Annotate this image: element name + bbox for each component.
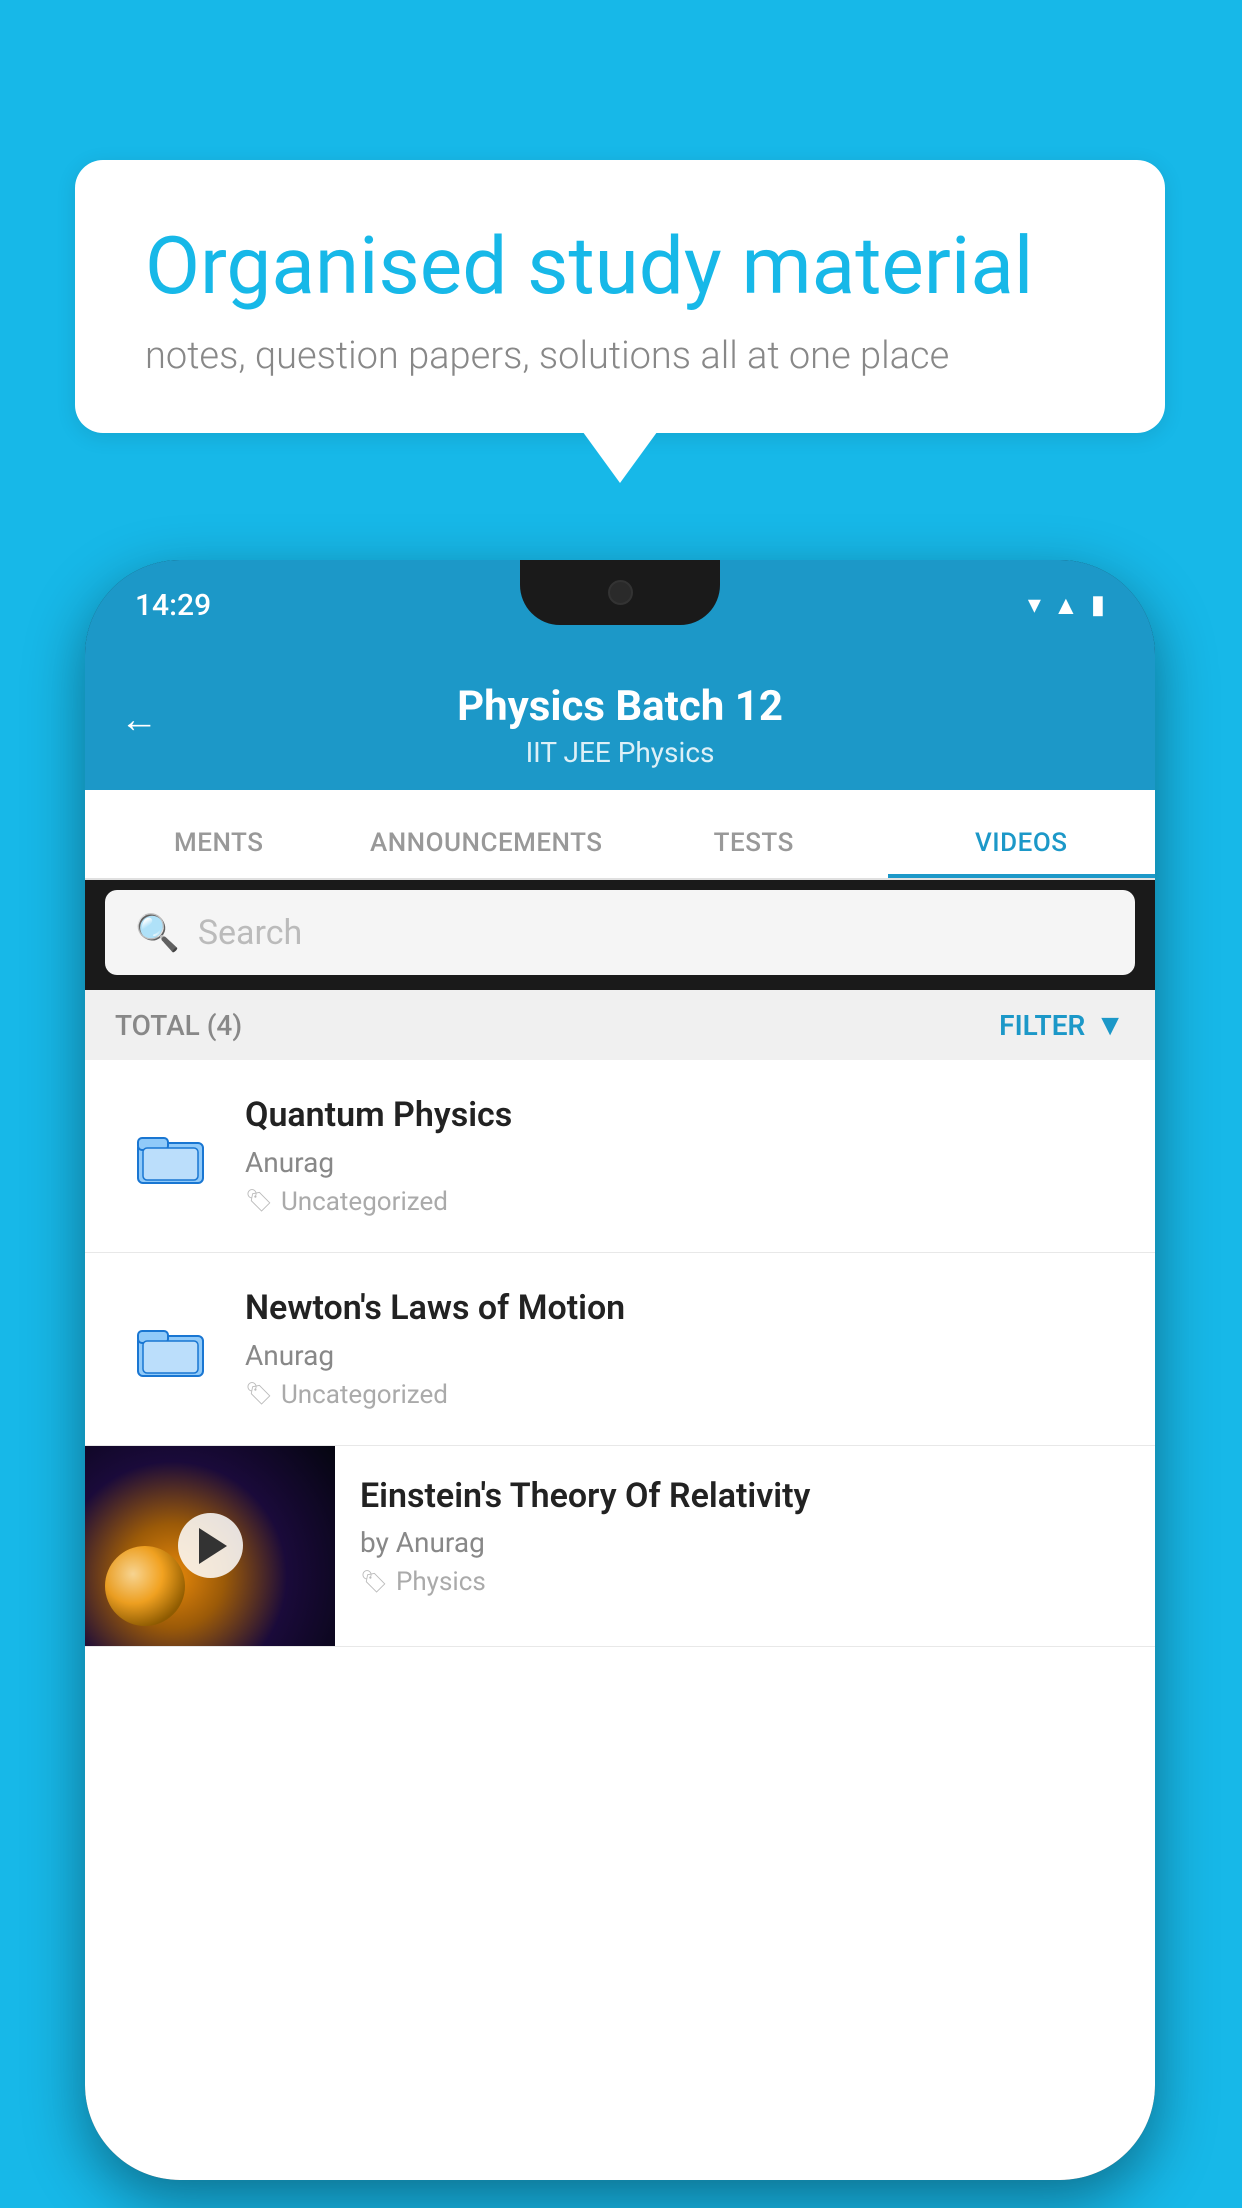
video-author: by Anurag — [360, 1526, 1130, 1559]
video-tag: 🏷 Uncategorized — [245, 1187, 1125, 1217]
status-icons: ▾ ▲ ▮ — [1028, 590, 1105, 621]
tag-label: Uncategorized — [281, 1187, 448, 1217]
video-title: Einstein's Theory Of Relativity — [360, 1476, 1130, 1517]
tag-icon: 🏷 — [360, 1570, 388, 1595]
video-author: Anurag — [245, 1339, 1125, 1372]
video-title: Quantum Physics — [245, 1095, 1125, 1136]
filter-button[interactable]: FILTER ▼ — [999, 1008, 1125, 1043]
tag-icon: 🏷 — [245, 1189, 273, 1214]
tab-tests[interactable]: TESTS — [620, 828, 888, 878]
filter-bar: TOTAL (4) FILTER ▼ — [85, 990, 1155, 1060]
video-title: Newton's Laws of Motion — [245, 1288, 1125, 1329]
app-subtitle: IIT JEE Physics — [526, 736, 715, 769]
notch — [520, 560, 720, 625]
battery-icon: ▮ — [1091, 590, 1105, 620]
tab-ments[interactable]: MENTS — [85, 828, 353, 878]
filter-label: FILTER — [999, 1009, 1085, 1042]
signal-icon: ▲ — [1053, 590, 1079, 621]
back-button[interactable]: ← — [120, 698, 158, 742]
play-icon — [199, 1528, 227, 1564]
search-placeholder: Search — [198, 913, 302, 953]
tag-label: Uncategorized — [281, 1380, 448, 1410]
app-header: ← Physics Batch 12 IIT JEE Physics — [85, 650, 1155, 790]
list-item[interactable]: Newton's Laws of Motion Anurag 🏷 Uncateg… — [85, 1253, 1155, 1446]
search-bar[interactable]: 🔍 Search — [105, 890, 1135, 975]
video-tag: 🏷 Uncategorized — [245, 1380, 1125, 1410]
folder-icon — [125, 1304, 215, 1394]
speech-bubble: Organised study material notes, question… — [75, 160, 1165, 433]
video-info: Einstein's Theory Of Relativity by Anura… — [335, 1446, 1155, 1628]
folder-icon — [125, 1111, 215, 1201]
tag-label: Physics — [396, 1567, 486, 1597]
video-list: Quantum Physics Anurag 🏷 Uncategorized N… — [85, 1060, 1155, 2180]
status-time: 14:29 — [135, 588, 211, 623]
filter-icon: ▼ — [1095, 1008, 1125, 1043]
list-item[interactable]: Einstein's Theory Of Relativity by Anura… — [85, 1446, 1155, 1647]
video-info: Newton's Laws of Motion Anurag 🏷 Uncateg… — [230, 1288, 1125, 1410]
tab-announcements[interactable]: ANNOUNCEMENTS — [353, 828, 621, 878]
bubble-title: Organised study material — [145, 220, 1095, 312]
bubble-subtitle: notes, question papers, solutions all at… — [145, 334, 1095, 378]
video-author: Anurag — [245, 1146, 1125, 1179]
tab-videos[interactable]: VIDEOS — [888, 828, 1156, 878]
app-title: Physics Batch 12 — [457, 682, 783, 731]
video-info: Quantum Physics Anurag 🏷 Uncategorized — [230, 1095, 1125, 1217]
list-item[interactable]: Quantum Physics Anurag 🏷 Uncategorized — [85, 1060, 1155, 1253]
wifi-icon: ▾ — [1028, 590, 1041, 620]
total-count: TOTAL (4) — [115, 1009, 242, 1042]
camera — [608, 580, 633, 605]
search-icon: 🔍 — [135, 912, 180, 954]
play-button[interactable] — [178, 1513, 243, 1578]
phone-mockup: 14:29 ▾ ▲ ▮ ← Physics Batch 12 IIT JEE P… — [85, 560, 1155, 2180]
tag-icon: 🏷 — [245, 1382, 273, 1407]
tabs-bar: MENTS ANNOUNCEMENTS TESTS VIDEOS — [85, 790, 1155, 880]
video-thumbnail — [85, 1446, 335, 1646]
video-tag: 🏷 Physics — [360, 1567, 1130, 1597]
